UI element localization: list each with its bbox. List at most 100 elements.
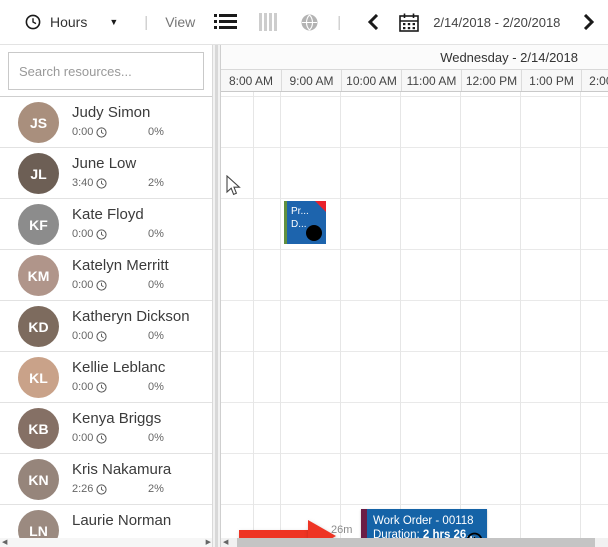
resource-hours: 0:00	[72, 330, 93, 342]
resource-row[interactable]: KN Kris Nakamura 2:26 2%	[0, 454, 212, 505]
resource-name: Judy Simon	[72, 104, 150, 121]
time-slot-label: 1:00 PM	[529, 74, 574, 88]
resource-stats: 3:40 2%	[72, 177, 202, 189]
schedule-grid: Wednesday - 2/14/2018 8:00 AM 9:00 AM 10…	[220, 45, 608, 547]
resource-percent: 0%	[148, 279, 164, 291]
avatar: KN	[18, 459, 59, 500]
resource-row[interactable]: KM Katelyn Merritt 0:00 0%	[0, 250, 212, 301]
board-vertical-scrollbar[interactable]	[213, 45, 220, 547]
clock-icon	[96, 178, 107, 189]
resource-percent: 2%	[148, 177, 164, 189]
toolbar: Hours ▼ | View |	[0, 0, 608, 45]
scale-mode-label[interactable]: Hours	[50, 14, 87, 30]
resource-panel: JS Judy Simon 0:00 0% JL June Low 3:40 2…	[0, 45, 213, 547]
map-view-icon[interactable]	[301, 14, 318, 31]
resource-hours: 2:26	[72, 483, 93, 495]
resource-percent: 0%	[148, 126, 164, 138]
resource-percent: 0%	[148, 381, 164, 393]
time-slot-header: 10:00 AM	[341, 70, 401, 91]
avatar: KB	[18, 408, 59, 449]
resource-stats: 0:00 0%	[72, 279, 202, 291]
clock-icon	[96, 280, 107, 291]
vertical-scroll-thumb[interactable]	[215, 45, 218, 547]
resource-name: Laurie Norman	[72, 512, 171, 529]
search-resources-input[interactable]	[8, 52, 204, 90]
resource-stats: 2:26 2%	[72, 483, 202, 495]
chevron-down-icon[interactable]: ▼	[109, 17, 118, 27]
resource-row[interactable]: JS Judy Simon 0:00 0%	[0, 97, 212, 148]
resource-hours: 3:40	[72, 177, 93, 189]
resource-hours: 0:00	[72, 432, 93, 444]
day-header: Wednesday - 2/14/2018	[221, 45, 608, 70]
time-slot-header: 9:00 AM	[281, 70, 341, 91]
avatar: KM	[18, 255, 59, 296]
resource-percent: 0%	[148, 432, 164, 444]
resource-hours: 0:00	[72, 228, 93, 240]
time-slot-header: 11:00 AM	[401, 70, 461, 91]
schedule-grid-body[interactable]: Pr... D... 26m Work Order - 00118 Durati…	[221, 92, 608, 538]
date-range-label[interactable]: 2/14/2018 - 2/20/2018	[433, 15, 560, 30]
avatar: JS	[18, 102, 59, 143]
scroll-left-icon[interactable]: ◀	[223, 538, 228, 547]
resource-stats: 0:00 0%	[72, 381, 202, 393]
horizontal-scroll-thumb[interactable]	[237, 538, 595, 547]
avatar: KF	[18, 204, 59, 245]
resource-name: Kate Floyd	[72, 206, 144, 223]
clock-icon	[96, 127, 107, 138]
time-slot-label: 10:00 AM	[346, 74, 397, 88]
resource-name: Katelyn Merritt	[72, 257, 169, 274]
clock-icon	[25, 14, 41, 30]
chevron-left-icon[interactable]	[367, 14, 379, 30]
toolbar-separator: |	[144, 14, 148, 31]
time-slot-label: 12:00 PM	[466, 74, 517, 88]
resource-stats: 0:00 0%	[72, 228, 202, 240]
booking-alert-corner	[315, 201, 326, 212]
time-slot-header: 8:00 AM	[221, 70, 281, 91]
view-label: View	[165, 14, 195, 30]
resource-name: Kenya Briggs	[72, 410, 161, 427]
clock-icon	[96, 382, 107, 393]
mouse-cursor	[226, 175, 241, 197]
resource-hours: 0:00	[72, 279, 93, 291]
resource-stats: 0:00 0%	[72, 432, 202, 444]
booking-left-edge	[284, 201, 287, 244]
search-wrap	[0, 45, 212, 96]
calendar-icon[interactable]	[399, 13, 419, 32]
resource-stats: 0:00 0%	[72, 330, 202, 342]
column-view-icon[interactable]	[259, 13, 278, 31]
clock-icon	[96, 331, 107, 342]
clock-icon	[96, 433, 107, 444]
scroll-right-icon[interactable]: ▶	[206, 538, 211, 547]
resource-row[interactable]: KL Kellie Leblanc 0:00 0%	[0, 352, 212, 403]
list-view-icon[interactable]	[214, 13, 237, 31]
scroll-left-icon[interactable]: ◀	[2, 538, 7, 547]
resource-list: JS Judy Simon 0:00 0% JL June Low 3:40 2…	[0, 96, 212, 547]
time-slot-header: 2:00 PM	[581, 70, 608, 91]
grid-horizontal-scrollbar[interactable]: ◀	[221, 538, 608, 547]
resource-stats: 0:00 0%	[72, 126, 202, 138]
resource-hours: 0:00	[72, 126, 93, 138]
resource-row[interactable]: JL June Low 3:40 2%	[0, 148, 212, 199]
time-header: 8:00 AM 9:00 AM 10:00 AM 11:00 AM 12:00 …	[221, 70, 608, 92]
toolbar-separator: |	[337, 14, 341, 31]
resource-name: Kellie Leblanc	[72, 359, 165, 376]
resource-name: June Low	[72, 155, 136, 172]
avatar: KD	[18, 306, 59, 347]
resource-name: Kris Nakamura	[72, 461, 171, 478]
chevron-right-icon[interactable]	[583, 14, 595, 30]
time-slot-label: 11:00 AM	[407, 74, 457, 88]
resource-row[interactable]: KB Kenya Briggs 0:00 0%	[0, 403, 212, 454]
booking-status-dot	[306, 225, 322, 241]
tooltip-title: Work Order - 00118	[373, 515, 483, 527]
panel-horizontal-scrollbar[interactable]: ◀ ▶	[0, 538, 213, 547]
resource-hours: 0:00	[72, 381, 93, 393]
clock-icon	[96, 229, 107, 240]
clock-icon	[96, 484, 107, 495]
time-slot-label: 9:00 AM	[289, 74, 333, 88]
resource-row[interactable]: KD Katheryn Dickson 0:00 0%	[0, 301, 212, 352]
booking-block[interactable]: Pr... D...	[284, 201, 326, 244]
avatar: JL	[18, 153, 59, 194]
avatar: KL	[18, 357, 59, 398]
resource-percent: 0%	[148, 228, 164, 240]
resource-row[interactable]: KF Kate Floyd 0:00 0%	[0, 199, 212, 250]
